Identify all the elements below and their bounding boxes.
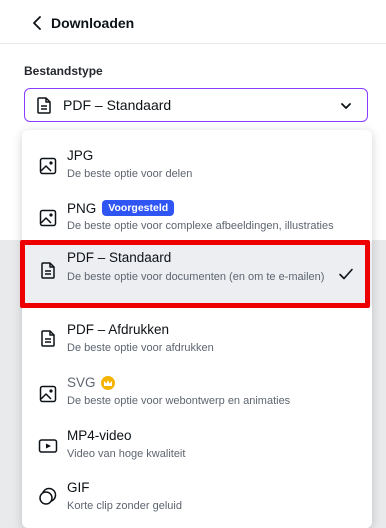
page-title: Downloaden — [51, 15, 135, 31]
option-png[interactable]: PNG Voorgesteld De beste optie voor comp… — [22, 196, 372, 242]
option-jpg[interactable]: JPG De beste optie voor delen — [22, 142, 372, 196]
selected-file-type: PDF – Standaard — [63, 97, 172, 113]
option-title: JPG — [67, 148, 94, 163]
option-description: De beste optie voor complexe afbeeldinge… — [67, 220, 334, 232]
option-title: PNG — [67, 200, 97, 216]
option-description: Korte clip zonder geluid — [67, 500, 182, 512]
option-pdf-print[interactable]: PDF – Afdrukken De beste optie voor afdr… — [22, 314, 372, 362]
option-mp4[interactable]: MP4-video Video van hoge kwaliteit — [22, 422, 372, 468]
option-gif[interactable]: GIF Korte clip zonder geluid — [22, 474, 372, 520]
panel-header: Downloaden — [0, 0, 386, 44]
option-description: De beste optie voor documenten (en om te… — [67, 271, 325, 283]
document-icon — [38, 260, 58, 280]
option-pdf-standard[interactable]: PDF – Standaard De beste optie voor docu… — [22, 242, 372, 306]
option-description: De beste optie voor webontwerp en animat… — [67, 395, 291, 407]
option-title: GIF — [67, 480, 90, 495]
option-description: De beste optie voor afdrukken — [67, 342, 214, 354]
file-type-label: Bestandstype — [24, 64, 103, 78]
gif-icon — [38, 486, 58, 506]
document-icon — [37, 96, 53, 114]
option-title: MP4-video — [67, 428, 132, 443]
crown-icon — [100, 375, 115, 390]
image-icon — [38, 384, 58, 404]
image-icon — [38, 156, 58, 176]
chevron-down-icon — [341, 103, 351, 109]
document-icon — [38, 328, 58, 348]
checkmark-icon — [339, 268, 353, 280]
chevron-left-icon — [33, 16, 41, 30]
back-button[interactable] — [28, 14, 46, 32]
video-icon — [38, 436, 58, 456]
option-description: Video van hoge kwaliteit — [67, 448, 186, 460]
option-title: PDF – Standaard — [67, 250, 172, 265]
file-type-menu: JPG De beste optie voor delen PNG Voorge… — [22, 130, 372, 528]
suggested-badge: Voorgesteld — [102, 200, 175, 216]
option-title: SVG — [67, 375, 96, 390]
option-description: De beste optie voor delen — [67, 168, 193, 180]
image-icon — [38, 208, 58, 228]
file-type-select[interactable]: PDF – Standaard — [24, 88, 368, 122]
option-title: PDF – Afdrukken — [67, 322, 170, 337]
option-svg[interactable]: SVG De beste optie voor webontwerp en an… — [22, 370, 372, 416]
